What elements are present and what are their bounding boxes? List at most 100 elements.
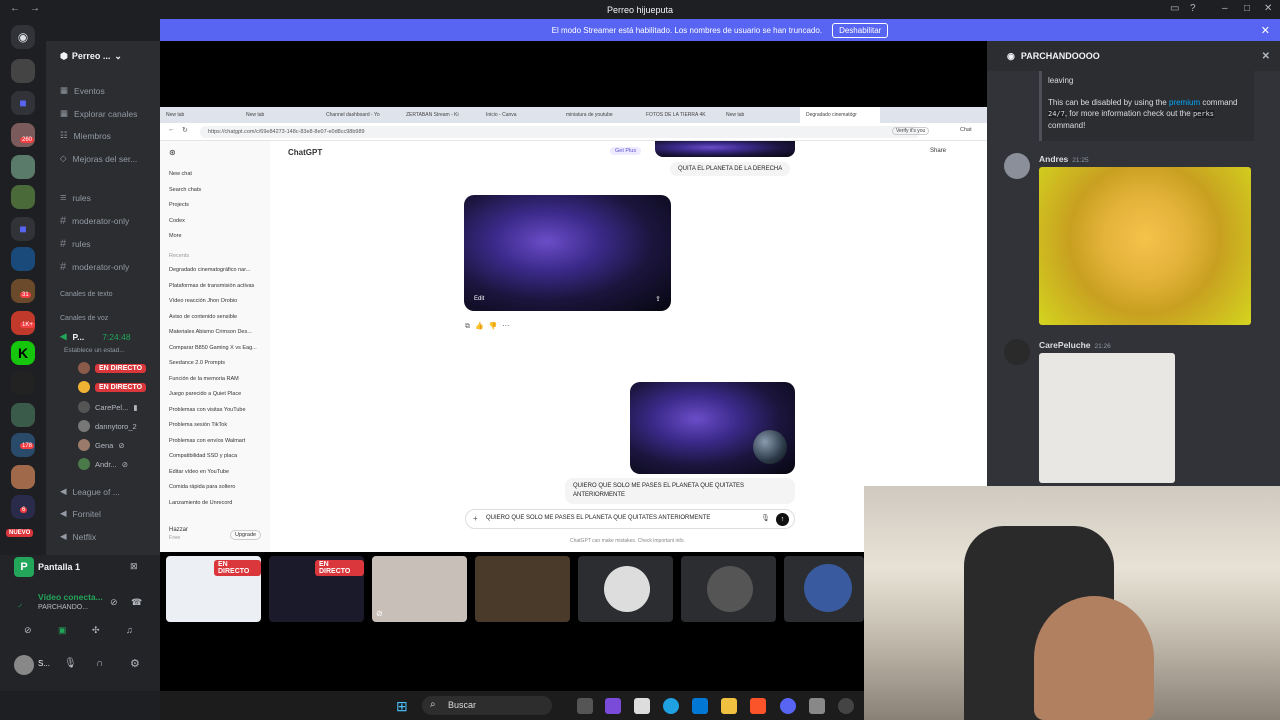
chat-input[interactable]: + QUIERO QUE SOLO ME PASES EL PLANETA QU… xyxy=(465,509,795,529)
discord-icon[interactable] xyxy=(780,698,796,714)
sidebar-item-members[interactable]: ☷ Miembros xyxy=(60,130,111,141)
nav-projects[interactable]: Projects xyxy=(169,202,189,208)
recent-chat[interactable]: Función de la memoria RAM xyxy=(169,376,239,382)
app-icon[interactable] xyxy=(605,698,621,714)
sketch-image[interactable] xyxy=(1039,353,1175,483)
sidebar-item-explore[interactable]: ▦ Explorar canales xyxy=(60,108,137,119)
voice-channel-active[interactable]: ◀ P... 7:24:48 xyxy=(60,331,131,342)
voice-user-1[interactable]: EN DIRECTO xyxy=(78,362,147,374)
server-icon-1[interactable] xyxy=(11,59,35,83)
server-icon-3[interactable] xyxy=(11,155,35,179)
cartoon-image[interactable] xyxy=(1039,167,1251,325)
voice-user-6[interactable]: Andr... ⊘ xyxy=(78,458,128,470)
message-actions-icon[interactable]: ⧉👍👎⋯ xyxy=(465,322,514,331)
generated-image[interactable]: Edit ⇪ xyxy=(464,195,671,311)
server-folder-icon[interactable]: ■ xyxy=(11,217,35,241)
participant-tile[interactable]: ⊘ xyxy=(372,556,467,622)
soundboard-icon[interactable]: ♫ xyxy=(126,625,133,635)
text-channel-rules[interactable]: ≡ rules xyxy=(60,192,91,204)
outlook-icon[interactable] xyxy=(692,698,708,714)
category-voice-channels[interactable]: Canales de voz xyxy=(60,315,108,322)
download-icon[interactable]: ⇪ xyxy=(655,295,661,303)
stop-stream-icon[interactable]: ⊠ xyxy=(130,561,138,572)
inbox-icon[interactable]: ▭ xyxy=(1170,3,1179,14)
chatgpt-logo-icon[interactable]: ⊛ xyxy=(169,148,176,157)
avatar[interactable] xyxy=(1004,153,1030,179)
voice-user-3[interactable]: CarePel... ▮ xyxy=(78,401,138,413)
minimize-icon[interactable]: – xyxy=(1222,3,1228,14)
voice-status[interactable]: Establece un estad... xyxy=(64,347,125,354)
recent-chat[interactable]: Comparar B850 Gaming X vs Eag... xyxy=(169,345,257,351)
browser-tab[interactable]: FOTOS DE LA TIERRA 4K xyxy=(640,107,720,123)
close-window-icon[interactable]: ✕ xyxy=(1264,3,1272,14)
browser-tab-active[interactable]: Degradado cinematógr xyxy=(800,107,880,123)
text-channel-moderator-2[interactable]: # moderator-only xyxy=(60,261,129,273)
edge-icon[interactable] xyxy=(663,698,679,714)
participant-tile[interactable] xyxy=(784,556,864,622)
user-name[interactable]: Hazzar xyxy=(169,527,188,533)
recent-chat[interactable]: Problema sesión TikTok xyxy=(169,422,227,428)
kick-server-icon[interactable]: K xyxy=(11,341,35,365)
browser-tab[interactable]: Channel dashboard - Yo xyxy=(320,107,400,123)
category-text-channels[interactable]: Canales de texto xyxy=(60,291,113,298)
recent-chat[interactable]: Juego parecido a Quiet Place xyxy=(169,391,241,397)
recent-chat[interactable]: Compatibilidad SSD y placa xyxy=(169,453,237,459)
nav-codex[interactable]: Codex xyxy=(169,218,185,224)
voice-channel-netflix[interactable]: ◀ Netflix xyxy=(60,531,96,542)
recent-chat[interactable]: Lanzamiento de Unrecord xyxy=(169,500,232,506)
disconnect-icon[interactable]: ☎ xyxy=(131,597,142,608)
close-panel-icon[interactable]: ✕ xyxy=(1262,51,1270,62)
chat-button[interactable]: Chat xyxy=(960,127,972,133)
send-icon[interactable]: ↑ xyxy=(776,513,789,526)
participant-tile[interactable] xyxy=(578,556,673,622)
server-icon-4[interactable] xyxy=(11,185,35,209)
app-icon[interactable] xyxy=(809,698,825,714)
stream-thumbnail[interactable]: EN DIRECTO xyxy=(166,556,261,622)
nav-new-chat[interactable]: New chat xyxy=(169,171,192,177)
attached-image[interactable] xyxy=(630,382,795,474)
server-icon-9[interactable] xyxy=(11,403,35,427)
get-plus-button[interactable]: Get Plus xyxy=(610,147,642,155)
server-icon-6[interactable] xyxy=(11,279,35,303)
upgrade-button[interactable]: Upgrade xyxy=(230,530,262,540)
server-icon-8[interactable] xyxy=(11,371,35,395)
chatgpt-brand[interactable]: ChatGPT xyxy=(288,148,322,157)
task-view-icon[interactable] xyxy=(577,698,593,714)
verify-chip[interactable]: Verify it's you xyxy=(892,127,930,135)
recent-chat[interactable]: Problemas con visitas YouTube xyxy=(169,407,246,413)
microphone-icon[interactable]: 🎙 xyxy=(761,514,770,522)
avatar[interactable] xyxy=(1004,339,1030,365)
activity-icon[interactable]: ✣ xyxy=(92,625,100,636)
maximize-icon[interactable]: □ xyxy=(1244,3,1250,14)
server-header[interactable]: ⬢ Perreo ... ⌄ xyxy=(46,41,160,71)
server-icon-5[interactable] xyxy=(11,247,35,271)
voice-connected-status[interactable]: Vídeo conecta... xyxy=(38,592,103,602)
voice-channel-fornite[interactable]: ◀ Fornitel xyxy=(60,508,101,519)
text-channel-rules-2[interactable]: # rules xyxy=(60,238,91,250)
participant-tile[interactable] xyxy=(681,556,776,622)
close-banner-icon[interactable]: ✕ xyxy=(1261,24,1270,37)
text-channel-moderator[interactable]: # moderator-only xyxy=(60,215,129,227)
voice-user-5[interactable]: Gena ⊘ xyxy=(78,439,125,451)
browser-tab[interactable]: miniatura de youtube xyxy=(560,107,640,123)
discord-home-icon[interactable]: ◉ xyxy=(11,25,35,49)
store-icon[interactable] xyxy=(634,698,650,714)
voice-user-4[interactable]: dannytoro_2 xyxy=(78,420,137,432)
recent-chat[interactable]: Problemas con envíos Walmart xyxy=(169,438,245,444)
headphones-icon[interactable]: ∩ xyxy=(96,658,103,669)
server-icon-2[interactable] xyxy=(11,123,35,147)
server-folder-icon[interactable]: ■ xyxy=(11,91,35,115)
back-arrow-icon[interactable]: ← xyxy=(168,126,175,133)
nav-search-chats[interactable]: Search chats xyxy=(169,187,201,193)
stream-thumbnail[interactable]: EN DIRECTO xyxy=(269,556,364,622)
explorer-icon[interactable] xyxy=(721,698,737,714)
brave-icon[interactable] xyxy=(750,698,766,714)
voice-channel-league[interactable]: ◀ League of ... xyxy=(60,486,120,497)
browser-tab[interactable]: New tab xyxy=(720,107,800,123)
server-icon-11[interactable] xyxy=(11,465,35,489)
screen-icon[interactable]: ▣ xyxy=(58,625,67,636)
disable-streamer-button[interactable]: Deshabilitar xyxy=(832,22,889,38)
browser-tab[interactable]: New tab xyxy=(240,107,320,123)
edit-button[interactable]: Edit xyxy=(474,296,484,302)
message-author[interactable]: CarePeluche xyxy=(1039,340,1091,350)
